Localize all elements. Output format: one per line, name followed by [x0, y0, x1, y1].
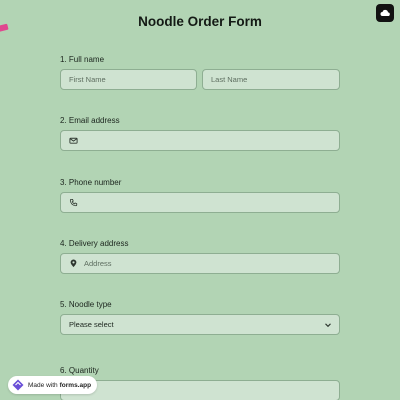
form-page: Noodle Order Form 1. Full name First Nam…	[0, 0, 400, 400]
location-pin-icon	[69, 259, 78, 268]
first-name-input[interactable]: First Name	[60, 69, 197, 90]
badge-prefix: Made with	[28, 381, 58, 389]
made-with-badge[interactable]: Made with forms.app	[8, 376, 98, 394]
noodle-type-selected-value: Please select	[69, 320, 114, 329]
question-label-noodle-type: 5. Noodle type	[60, 300, 112, 309]
last-name-placeholder: Last Name	[211, 75, 248, 84]
address-placeholder: Address	[84, 259, 112, 268]
noodle-type-select[interactable]: Please select	[60, 314, 340, 335]
question-label-quantity: 6. Quantity	[60, 366, 99, 375]
address-field[interactable]: Address	[60, 253, 340, 274]
badge-brand: forms.app	[59, 381, 92, 389]
first-name-placeholder: First Name	[69, 75, 106, 84]
phone-icon	[69, 198, 78, 207]
chevron-down-icon	[324, 321, 332, 329]
question-label-full-name: 1. Full name	[60, 55, 105, 64]
page-title: Noodle Order Form	[138, 14, 262, 29]
cloud-save-button[interactable]	[376, 4, 394, 22]
question-label-phone: 3. Phone number	[60, 178, 122, 187]
last-name-input[interactable]: Last Name	[202, 69, 340, 90]
email-field[interactable]	[60, 130, 340, 151]
phone-field[interactable]	[60, 192, 340, 213]
question-label-address: 4. Delivery address	[60, 239, 129, 248]
cloud-icon	[380, 4, 390, 22]
question-label-email: 2. Email address	[60, 116, 120, 125]
envelope-icon	[69, 136, 78, 145]
quantity-field[interactable]	[60, 380, 340, 400]
forms-app-logo-icon	[12, 379, 24, 391]
